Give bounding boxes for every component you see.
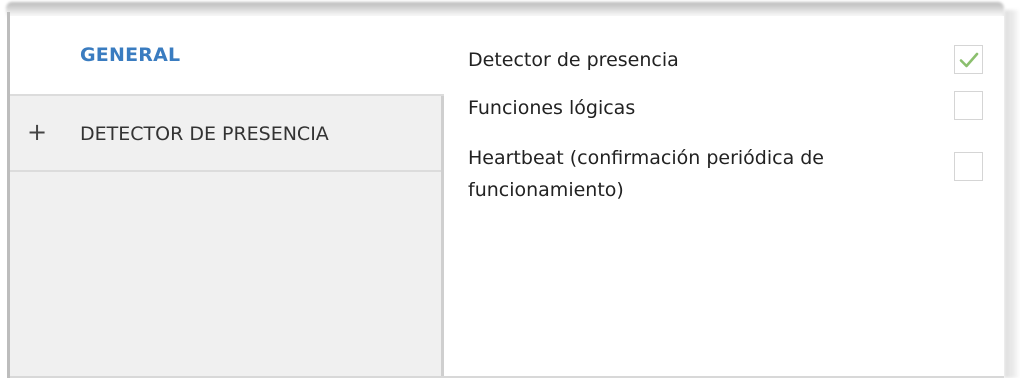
window-shadow-right <box>1004 10 1020 378</box>
parameters-panel: Detector de presencia Funciones lógicas … <box>444 16 1004 378</box>
plus-icon[interactable]: + <box>27 120 47 144</box>
option-label: Funciones lógicas <box>468 97 636 119</box>
sidebar-item-label: GENERAL <box>80 44 181 66</box>
check-icon <box>959 52 978 67</box>
sidebar-item-detector-de-presencia[interactable]: + DETECTOR DE PRESENCIA <box>10 96 441 172</box>
option-label: Heartbeat (confirmación periódica de fun… <box>468 147 824 201</box>
checkbox-detector-de-presencia[interactable] <box>954 45 983 74</box>
sidebar-item-general[interactable]: GENERAL <box>10 16 444 96</box>
option-label: Detector de presencia <box>468 49 679 71</box>
parameters-window: GENERAL + DETECTOR DE PRESENCIA Detector… <box>0 0 1020 378</box>
checkbox-funciones-logicas[interactable] <box>954 91 983 120</box>
sidebar: GENERAL + DETECTOR DE PRESENCIA <box>10 16 444 378</box>
sidebar-item-label: DETECTOR DE PRESENCIA <box>80 123 329 145</box>
checkbox-heartbeat[interactable] <box>954 152 983 181</box>
